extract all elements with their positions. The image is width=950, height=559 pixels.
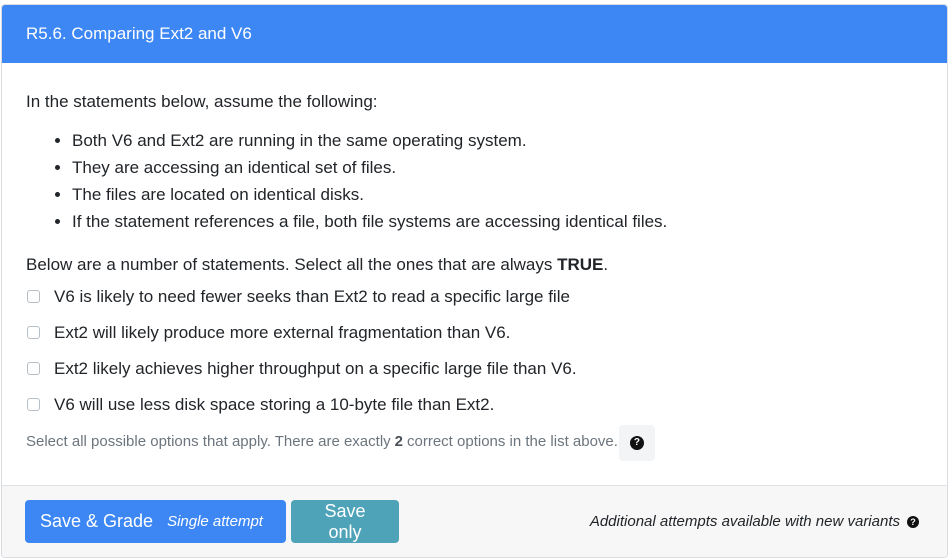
option-3[interactable]: Ext2 likely achieves higher throughput o…: [26, 351, 923, 387]
question-circle-icon[interactable]: ?: [907, 515, 919, 528]
question-card: R5.6. Comparing Ext2 and V6 In the state…: [1, 4, 948, 558]
option-1[interactable]: V6 is likely to need fewer seeks than Ex…: [26, 279, 923, 315]
help-suffix: correct options in the list above.: [407, 433, 618, 451]
help-prefix: Select all possible options that apply. …: [26, 433, 391, 451]
assumption-item: Both V6 and Ext2 are running in the same…: [72, 127, 923, 154]
attempts-note-text: Additional attempts available with new v…: [589, 513, 900, 530]
option-1-checkbox[interactable]: [27, 290, 40, 303]
option-4[interactable]: V6 will use less disk space storing a 10…: [26, 387, 923, 423]
question-prompt: Below are a number of statements. Select…: [26, 251, 923, 279]
option-2-label[interactable]: Ext2 will likely produce more external f…: [54, 320, 510, 346]
option-2[interactable]: Ext2 will likely produce more external f…: [26, 315, 923, 351]
option-4-checkbox[interactable]: [27, 398, 40, 411]
single-attempt-label: Single attempt: [167, 513, 263, 530]
save-and-grade-button[interactable]: Save & Grade Single attempt: [25, 500, 286, 543]
question-header: R5.6. Comparing Ext2 and V6: [2, 5, 947, 63]
option-1-label[interactable]: V6 is likely to need fewer seeks than Ex…: [54, 284, 570, 310]
option-3-checkbox[interactable]: [27, 362, 40, 375]
save-only-button[interactable]: Save only: [291, 500, 399, 543]
assumption-item: If the statement references a file, both…: [72, 208, 923, 235]
save-and-grade-label: Save & Grade: [40, 511, 154, 531]
question-body: In the statements below, assume the foll…: [2, 63, 947, 461]
help-text: Select all possible options that apply. …: [26, 424, 923, 461]
attempts-note: Additional attempts available with new v…: [590, 513, 919, 530]
question-title: R5.6. Comparing Ext2 and V6: [26, 24, 252, 43]
prompt-suffix: .: [603, 254, 609, 274]
question-footer: Save & Grade Single attempt Save only Ad…: [2, 485, 947, 557]
option-3-label[interactable]: Ext2 likely achieves higher throughput o…: [54, 356, 577, 382]
prompt-text: Below are a number of statements. Select…: [26, 254, 553, 274]
save-only-label: Save only: [324, 500, 366, 542]
question-circle-icon: ?: [629, 435, 644, 450]
option-2-checkbox[interactable]: [27, 326, 40, 339]
help-count: 2: [394, 433, 403, 451]
assumption-item: The files are located on identical disks…: [72, 181, 923, 208]
intro-text: In the statements below, assume the foll…: [26, 92, 378, 111]
options-list: V6 is likely to need fewer seeks than Ex…: [26, 279, 923, 423]
assumption-item: They are accessing an identical set of f…: [72, 154, 923, 181]
help-button[interactable]: ?: [618, 424, 655, 461]
option-4-label[interactable]: V6 will use less disk space storing a 10…: [54, 392, 494, 418]
assumptions-list: Both V6 and Ext2 are running in the same…: [26, 127, 923, 235]
prompt-emphasis: TRUE: [557, 254, 604, 274]
